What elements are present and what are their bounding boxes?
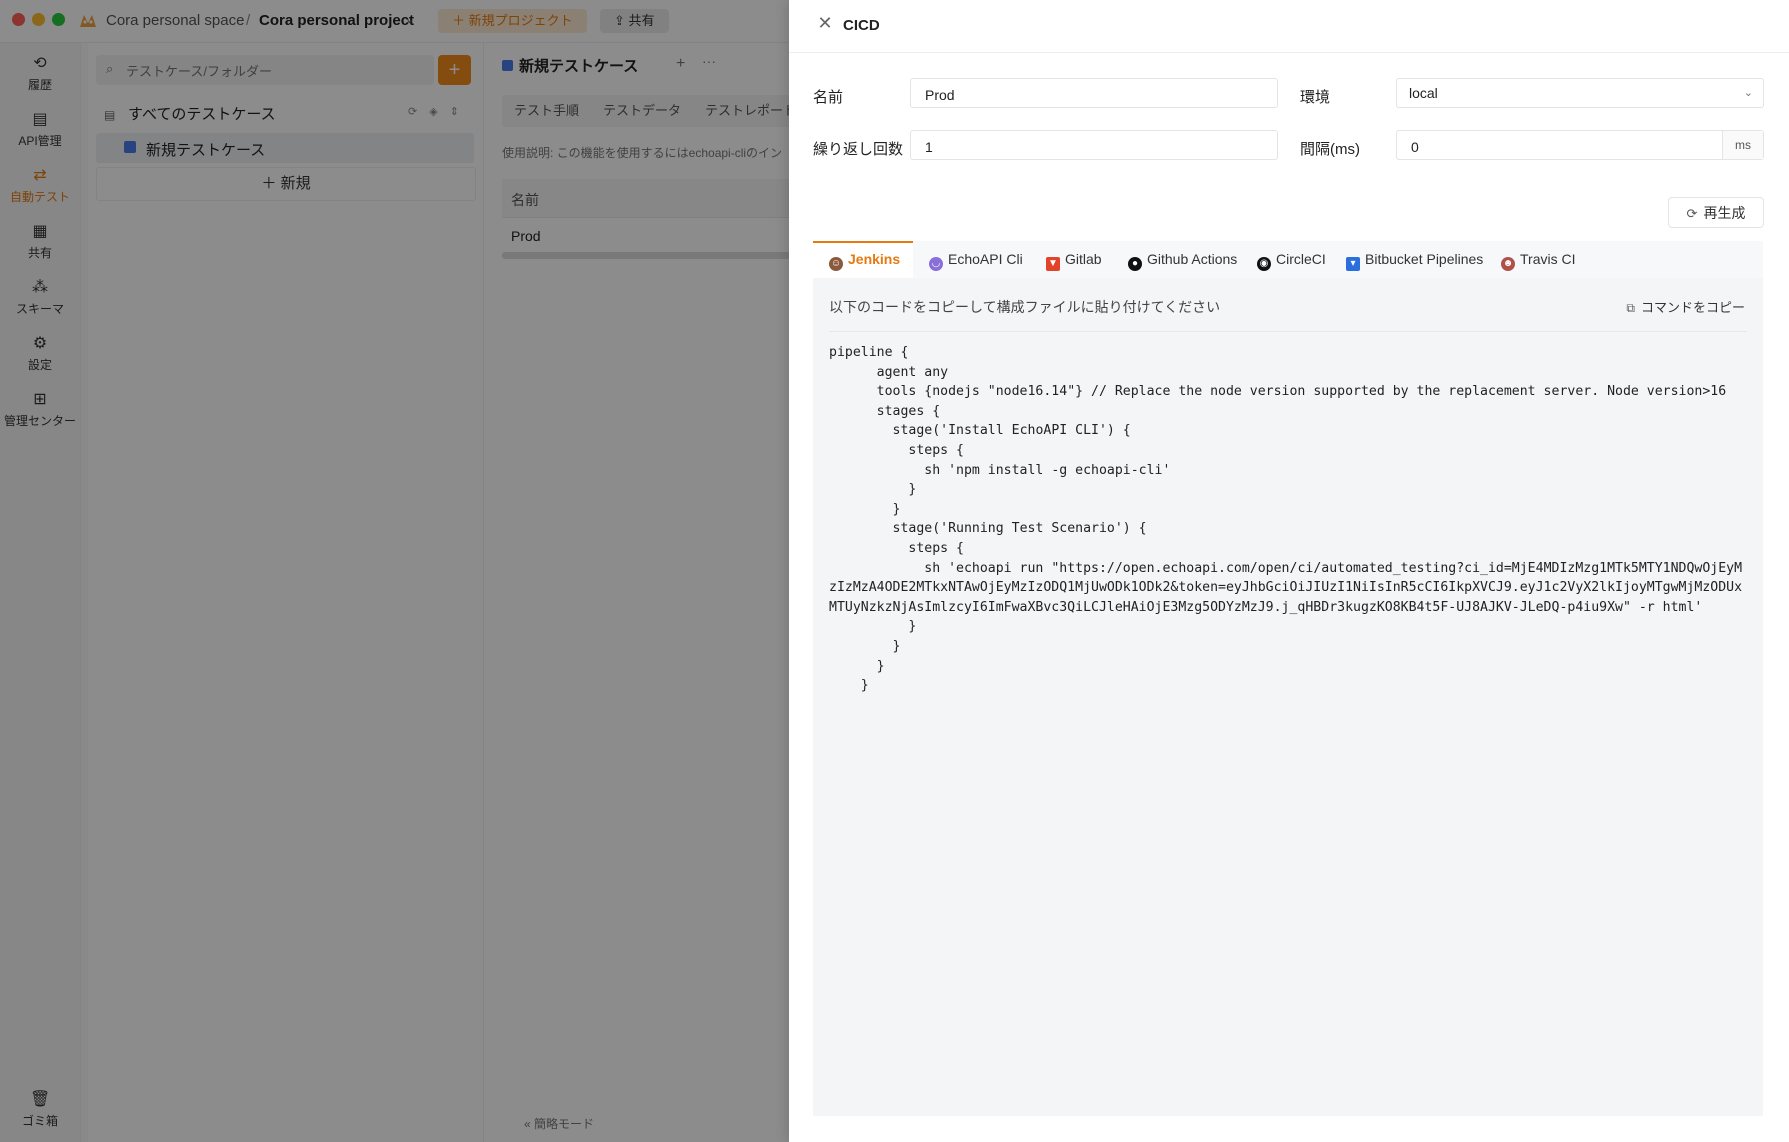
ci-tabs: ☺ Jenkins ◡ EchoAPI Cli ▼ Gitlab ● Github Ac… bbox=[813, 241, 1763, 278]
repeat-input[interactable] bbox=[923, 136, 1269, 158]
drawer-title: CICD bbox=[843, 17, 880, 34]
drawer-header: ✕ CICD bbox=[789, 0, 1789, 53]
tab-github-actions[interactable]: ● Github Actions bbox=[1128, 241, 1237, 278]
copy-command-label: コマンドをコピー bbox=[1640, 300, 1745, 315]
code-hint: 以下のコードをコピーして構成ファイルに貼り付けてください bbox=[829, 299, 1221, 315]
jenkins-icon: ☺ bbox=[829, 257, 843, 271]
tab-echoapi-cli[interactable]: ◡ EchoAPI Cli bbox=[929, 241, 1023, 278]
refresh-icon: ⟳ bbox=[1686, 206, 1698, 221]
interval-unit: ms bbox=[1722, 131, 1763, 159]
travis-icon: ☻ bbox=[1501, 257, 1515, 271]
copy-command-button[interactable]: ⧉ コマンドをコピー bbox=[1626, 297, 1745, 316]
tab-circleci-label: CircleCI bbox=[1276, 251, 1326, 267]
interval-input[interactable] bbox=[1409, 136, 1713, 158]
repeat-field[interactable] bbox=[910, 130, 1278, 160]
tab-circleci[interactable]: ◉ CircleCI bbox=[1257, 241, 1326, 278]
name-label: 名前 bbox=[813, 89, 844, 106]
env-select[interactable]: local ⌄ bbox=[1396, 78, 1764, 108]
tab-jenkins-label: Jenkins bbox=[848, 251, 901, 267]
modal-overlay[interactable] bbox=[0, 0, 789, 1142]
tab-gitlab-label: Gitlab bbox=[1065, 251, 1102, 267]
close-icon[interactable]: ✕ bbox=[816, 14, 834, 32]
env-select-value: local bbox=[1409, 85, 1438, 101]
tab-travis[interactable]: ☻ Travis CI bbox=[1501, 241, 1575, 278]
gitlab-icon: ▼ bbox=[1046, 257, 1060, 271]
echoapi-icon: ◡ bbox=[929, 257, 943, 271]
github-icon: ● bbox=[1128, 257, 1142, 271]
code-panel: 以下のコードをコピーして構成ファイルに貼り付けてください ⧉ コマンドをコピー p… bbox=[813, 278, 1763, 1116]
tab-travis-label: Travis CI bbox=[1520, 251, 1576, 267]
pipeline-code[interactable]: pipeline { agent any tools {nodejs "node… bbox=[829, 343, 1747, 696]
name-field[interactable] bbox=[910, 78, 1278, 108]
tab-bitbucket-label: Bitbucket Pipelines bbox=[1365, 251, 1484, 267]
interval-label: 間隔(ms) bbox=[1300, 141, 1360, 158]
circleci-icon: ◉ bbox=[1257, 257, 1271, 271]
env-label: 環境 bbox=[1300, 89, 1331, 106]
repeat-label: 繰り返し回数 bbox=[813, 141, 904, 158]
cicd-drawer: ✕ CICD 名前 環境 local ⌄ 繰り返し回数 間隔(ms) ms ⟳ 再… bbox=[789, 0, 1789, 1142]
regenerate-label: 再生成 bbox=[1703, 205, 1746, 221]
tab-gitlab[interactable]: ▼ Gitlab bbox=[1046, 241, 1102, 278]
bitbucket-icon: ▾ bbox=[1346, 257, 1360, 271]
tab-jenkins[interactable]: ☺ Jenkins bbox=[813, 241, 913, 278]
copy-icon: ⧉ bbox=[1626, 301, 1635, 315]
regenerate-button[interactable]: ⟳ 再生成 bbox=[1668, 197, 1764, 228]
tab-bitbucket[interactable]: ▾ Bitbucket Pipelines bbox=[1346, 241, 1483, 278]
chevron-down-icon: ⌄ bbox=[1743, 87, 1753, 99]
code-divider bbox=[829, 331, 1747, 332]
interval-field[interactable]: ms bbox=[1396, 130, 1764, 160]
tab-echoapi-label: EchoAPI Cli bbox=[948, 251, 1023, 267]
name-input[interactable] bbox=[923, 84, 1269, 106]
tab-github-label: Github Actions bbox=[1147, 251, 1238, 267]
